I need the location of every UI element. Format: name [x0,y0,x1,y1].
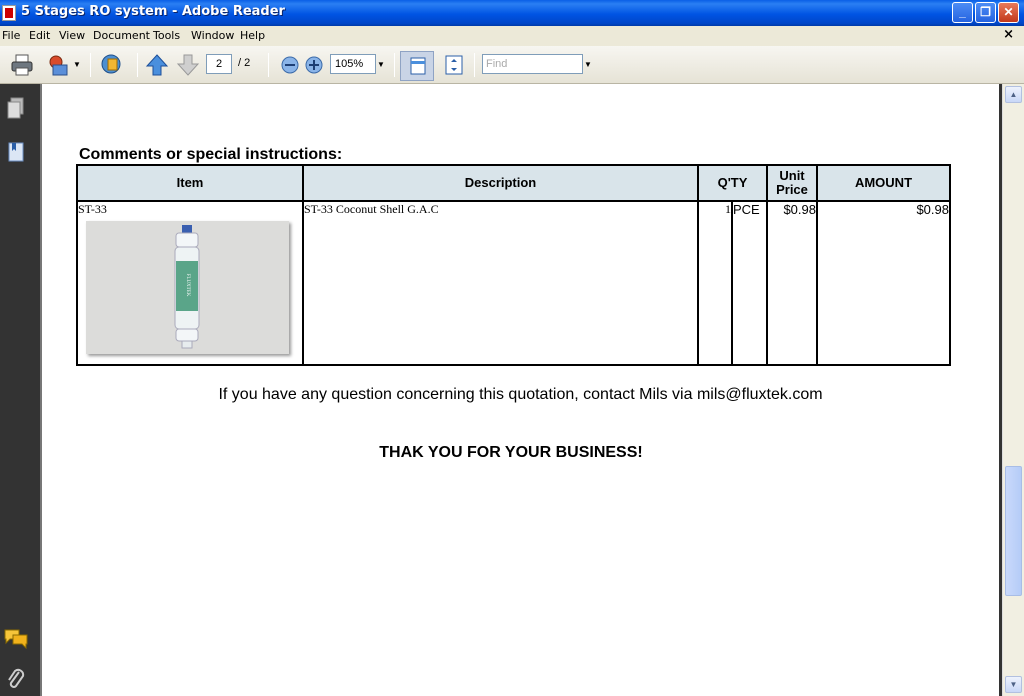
title-bar: 5 Stages RO system - Adobe Reader _ ❐ ✕ [0,0,1024,26]
adobe-reader-icon [2,5,16,21]
minimize-button[interactable]: _ [952,2,973,23]
menu-document[interactable]: Document [93,29,150,42]
navigation-panel [0,84,40,696]
cell-unit: PCE [731,200,768,366]
zoom-in-icon[interactable] [302,53,326,77]
toolbar: ▼ 2 / 2 105% ▼ Find ▼ [0,46,1024,84]
fit-page-icon[interactable] [442,53,466,77]
zoom-chevron-down-icon[interactable]: ▼ [377,60,385,69]
pages-icon[interactable] [6,97,26,121]
fit-width-icon [410,57,426,75]
table-header-row: Item Description Q'TY Unit Price AMOUNT [76,164,951,202]
header-amount: AMOUNT [816,164,951,202]
bookmarks-icon[interactable] [6,141,26,165]
page-total: / 2 [238,57,251,69]
cell-description: ST-33 Coconut Shell G.A.C [302,200,699,366]
header-description: Description [302,164,699,202]
find-chevron-down-icon[interactable]: ▼ [584,60,592,69]
chevron-down-icon[interactable]: ▼ [73,60,81,69]
next-page-icon[interactable] [176,53,200,77]
cell-unit-price: $0.98 [766,200,818,366]
comments-icon[interactable] [3,627,29,649]
print-icon[interactable] [10,53,34,77]
attachments-icon[interactable] [6,668,26,694]
filter-cartridge-image: FLUXTEK [174,225,200,349]
menu-edit[interactable]: Edit [29,29,50,42]
find-input[interactable]: Find [482,54,583,74]
vertical-scrollbar[interactable]: ▲ ▼ [1002,84,1024,696]
header-qty: Q'TY [697,164,768,202]
cell-amount: $0.98 [816,200,951,366]
header-unit-price: Unit Price [766,164,818,202]
document-close-icon[interactable]: × [1003,27,1014,42]
scroll-thumb[interactable] [1005,466,1022,596]
comments-heading: Comments or special instructions: [79,146,343,163]
collaborate-icon[interactable] [47,53,71,77]
product-label: FLUXTEK [185,274,190,297]
table-row: ST-33 FLUXTEK ST-33 Coconut Shell G.A.C … [76,200,951,366]
product-image: FLUXTEK [86,221,289,354]
header-item: Item [76,164,304,202]
menu-tools[interactable]: Tools [153,29,180,42]
close-button[interactable]: ✕ [998,2,1019,23]
find-search-icon[interactable] [100,53,124,77]
menu-view[interactable]: View [59,29,85,42]
document-page: Comments or special instructions: Item D… [42,84,999,696]
menu-window[interactable]: Window [191,29,234,42]
previous-page-icon[interactable] [145,53,169,77]
window-title: 5 Stages RO system - Adobe Reader [21,4,285,19]
menu-help[interactable]: Help [240,29,265,42]
restore-button[interactable]: ❐ [975,2,996,23]
cell-qty: 1 [697,200,733,366]
zoom-level-select[interactable]: 105% [330,54,376,74]
thank-you-message: THAK YOU FOR YOUR BUSINESS! [379,444,643,461]
cell-item: ST-33 FLUXTEK [76,200,304,366]
fit-width-button[interactable] [400,51,434,81]
menu-file[interactable]: File [2,29,20,42]
quotation-table: Item Description Q'TY Unit Price AMOUNT … [76,164,951,366]
page-number-input[interactable]: 2 [206,54,232,74]
contact-line: If you have any question concerning this… [218,386,823,403]
scroll-up-icon[interactable]: ▲ [1005,86,1022,103]
menu-bar: File Edit View Document Tools Window Hel… [0,26,1024,46]
scroll-down-icon[interactable]: ▼ [1005,676,1022,693]
item-code: ST-33 [78,202,107,216]
zoom-out-icon[interactable] [278,53,302,77]
